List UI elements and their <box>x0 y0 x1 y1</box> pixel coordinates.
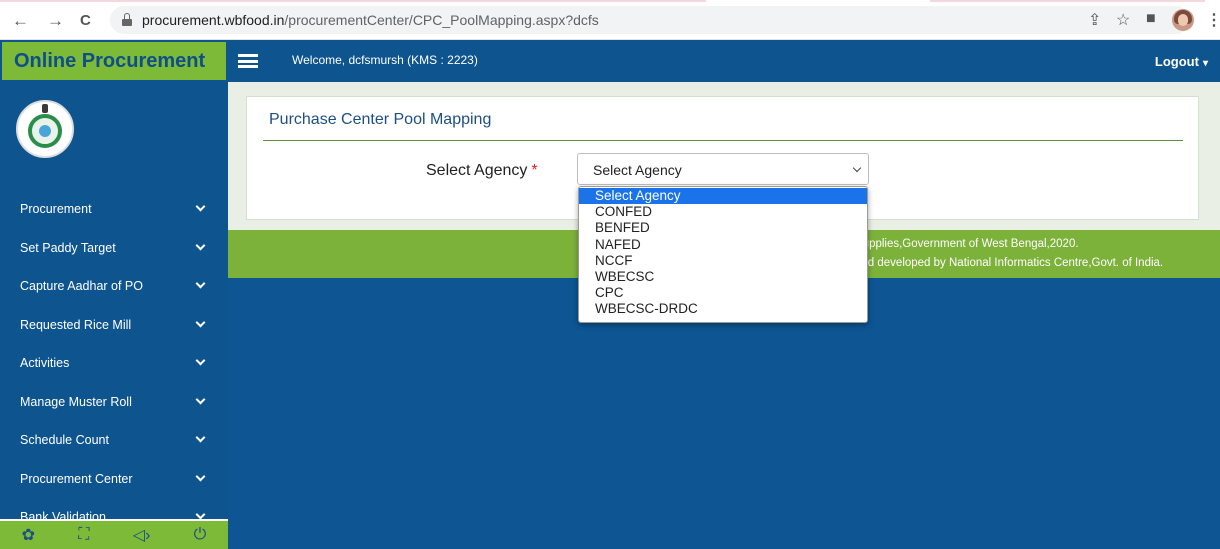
sidebar-item-label: Capture Aadhar of PO <box>20 279 143 294</box>
required-marker: * <box>531 162 538 179</box>
sidebar-item-label: Manage Muster Roll <box>20 394 132 409</box>
chevron-down-icon <box>195 201 206 212</box>
browser-toolbar: ← → C procurement.wbfood.in/procurementC… <box>0 0 1220 40</box>
agency-select-value: Select Agency <box>593 162 682 178</box>
tab-strip <box>0 0 1220 3</box>
sidebar-item-label: Procurement <box>20 202 92 217</box>
chevron-down-icon <box>195 509 206 520</box>
chevron-down-icon <box>195 432 206 443</box>
agency-option[interactable]: NCCF <box>579 253 867 269</box>
browser-menu-icon[interactable]: ⋮ <box>1206 10 1220 30</box>
sidebar-item-label: Schedule Count <box>20 433 109 448</box>
footer-line-1: Supplies,Government of West Bengal,2020. <box>855 238 1079 250</box>
sidebar-item-capture-aadhar[interactable]: Capture Aadhar of PO <box>0 267 228 306</box>
sidebar-item-set-paddy-target[interactable]: Set Paddy Target <box>0 229 228 268</box>
sidebar-item-label: Activities <box>20 356 70 371</box>
sidebar-item-label: Set Paddy Target <box>20 240 116 255</box>
bookmark-star-icon[interactable]: ☆ <box>1116 10 1130 30</box>
hamburger-menu-icon[interactable] <box>238 54 258 68</box>
sidebar-footer: ✿ ⛶ ◁› ⏻ <box>0 519 228 549</box>
sidebar-item-label: Procurement Center <box>20 471 133 486</box>
agency-option[interactable]: CONFED <box>579 204 867 220</box>
sidebar-item-label: Requested Rice Mill <box>20 317 132 332</box>
welcome-text: Welcome, dcfsmursh (KMS : 2223) <box>292 53 478 67</box>
agency-dropdown-list[interactable]: Select Agency CONFED BENFED NAFED NCCF W… <box>578 186 868 323</box>
chevron-down-icon <box>195 317 206 327</box>
forward-icon[interactable]: → <box>47 12 64 30</box>
chevron-down-icon <box>195 278 206 289</box>
agency-option[interactable]: WBECSC-DRDC <box>579 301 867 317</box>
sidebar-item-activities[interactable]: Activities <box>0 344 228 383</box>
chevron-down-icon <box>195 355 206 366</box>
sidebar-item-procurement[interactable]: Procurement <box>0 190 228 229</box>
government-emblem-logo <box>16 100 74 158</box>
logo-area <box>0 82 228 190</box>
agency-label: Select Agency * <box>426 162 538 180</box>
title-divider <box>263 140 1183 141</box>
agency-option[interactable]: NAFED <box>579 237 867 253</box>
agency-option[interactable]: Select Agency <box>579 188 867 205</box>
agency-option[interactable]: CPC <box>579 285 867 301</box>
fullscreen-icon[interactable]: ⛶ <box>78 526 89 544</box>
address-bar[interactable]: procurement.wbfood.in/procurementCenter/… <box>110 6 1190 34</box>
footer-line-2: and developed by National Informatics Ce… <box>855 257 1164 269</box>
power-icon[interactable]: ⏻ <box>194 526 207 544</box>
url-host: procurement.wbfood.in <box>142 12 285 28</box>
agency-option[interactable]: BENFED <box>579 220 867 236</box>
back-icon[interactable]: ← <box>12 12 29 30</box>
agency-select[interactable]: Select Agency <box>577 153 869 185</box>
logout-button[interactable]: Logout ▾ <box>1155 54 1208 69</box>
profile-avatar[interactable] <box>1172 9 1194 31</box>
page-title: Purchase Center Pool Mapping <box>269 111 492 128</box>
app-title: Online Procurement <box>14 49 206 72</box>
sidebar-menu: Procurement Set Paddy Target Capture Aad… <box>0 190 228 537</box>
reload-icon[interactable]: C <box>80 12 91 30</box>
url-path: /procurementCenter/CPC_PoolMapping.aspx?… <box>284 12 599 28</box>
sidebar: Online Procurement Procurement Set Paddy… <box>0 40 228 549</box>
chevron-down-icon <box>852 163 862 173</box>
logout-label: Logout <box>1154 54 1199 69</box>
side-panel-icon[interactable]: ■ <box>1146 10 1156 28</box>
sidebar-item-procurement-center[interactable]: Procurement Center <box>0 460 228 499</box>
sidebar-item-schedule-count[interactable]: Schedule Count <box>0 421 228 460</box>
hide-icon[interactable]: ◁› <box>133 525 151 545</box>
sidebar-header: Online Procurement <box>0 40 228 82</box>
agency-option[interactable]: WBECSC <box>579 269 867 285</box>
sidebar-item-requested-rice-mill[interactable]: Requested Rice Mill <box>0 306 228 345</box>
sidebar-item-manage-muster-roll[interactable]: Manage Muster Roll <box>0 383 228 422</box>
top-bar: Welcome, dcfsmursh (KMS : 2223) Logout ▾ <box>228 40 1220 82</box>
url-text: procurement.wbfood.in/procurementCenter/… <box>142 12 599 28</box>
chevron-down-icon <box>195 240 206 250</box>
settings-icon[interactable]: ✿ <box>22 525 35 545</box>
agency-label-text: Select Agency <box>426 162 528 179</box>
chevron-down-icon <box>195 394 206 404</box>
chevron-down-icon <box>195 471 206 481</box>
caret-down-icon: ▾ <box>1202 58 1208 69</box>
lock-icon <box>122 13 132 26</box>
share-icon[interactable]: ⇪ <box>1088 10 1101 30</box>
